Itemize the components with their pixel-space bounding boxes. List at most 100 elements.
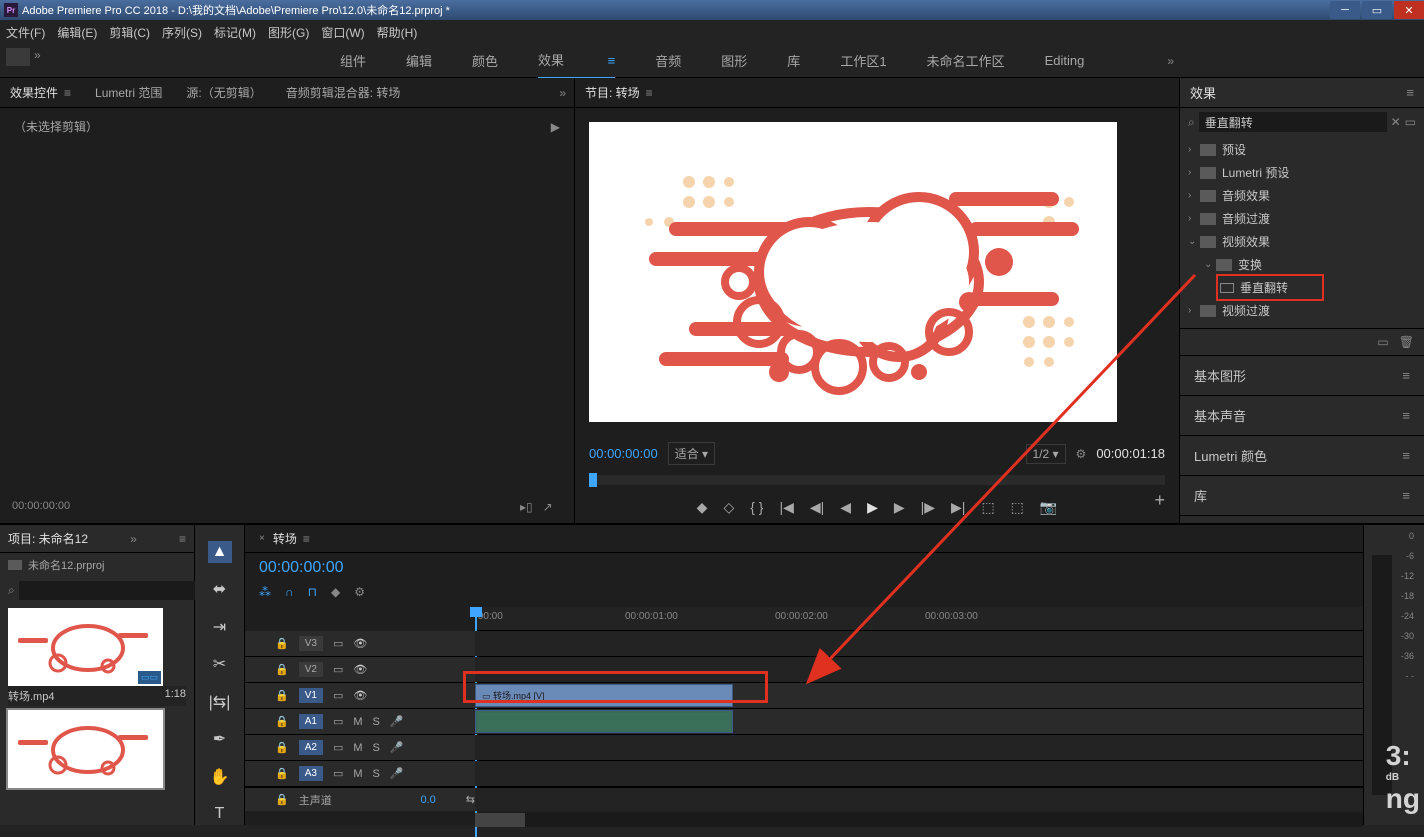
settings-icon[interactable]: ⚙ (1076, 447, 1087, 461)
tree-folder-audio-fx[interactable]: ›音频效果 (1180, 184, 1424, 207)
voice-icon[interactable]: 🎤 (390, 767, 404, 780)
track-content[interactable] (475, 631, 1363, 656)
track-content[interactable] (475, 657, 1363, 682)
panel-essential-graphics[interactable]: 基本图形≡ (1180, 355, 1424, 395)
snap-icon[interactable]: ⁂ (259, 585, 271, 599)
tab-effect-controls[interactable]: 效果控件 (10, 84, 58, 101)
menu-sequence[interactable]: 序列(S) (162, 24, 202, 41)
program-video-frame[interactable] (589, 122, 1117, 422)
tree-folder-presets[interactable]: ›预设 (1180, 138, 1424, 161)
workspace-tab[interactable]: 工作区1 (840, 51, 886, 70)
extract-icon[interactable]: ⬚ (1011, 499, 1024, 516)
menu-help[interactable]: 帮助(H) (377, 24, 418, 41)
track-content[interactable] (475, 709, 1363, 734)
close-sequence-icon[interactable]: × (259, 533, 265, 544)
play-button[interactable]: ▶ (867, 499, 878, 516)
workspace-tab[interactable]: Editing (1045, 53, 1085, 68)
overflow-icon[interactable]: » (130, 532, 137, 546)
workspace-tab[interactable]: 库 (787, 51, 800, 70)
panel-libraries[interactable]: 库≡ (1180, 475, 1424, 515)
pen-tool[interactable]: ✒ (208, 729, 232, 751)
expand-arrow-icon[interactable]: ▶ (551, 120, 560, 134)
eye-icon[interactable]: 👁 (353, 663, 367, 676)
step-fwd-icon[interactable]: |▶ (921, 499, 935, 516)
panel-menu-icon[interactable]: ≡ (179, 532, 186, 546)
workspace-tab[interactable]: 图形 (721, 51, 747, 70)
panel-lumetri-color[interactable]: Lumetri 颜色≡ (1180, 435, 1424, 475)
settings-icon[interactable]: ⚙ (354, 585, 365, 599)
tree-folder-audio-trans[interactable]: ›音频过渡 (1180, 207, 1424, 230)
lock-icon[interactable]: 🔒 (275, 767, 289, 780)
tree-folder-lumetri[interactable]: ›Lumetri 预设 (1180, 161, 1424, 184)
track-content[interactable] (475, 788, 1363, 811)
voice-icon[interactable]: 🎤 (390, 741, 404, 754)
track-content[interactable]: ▭ 转场.mp4 [V] (475, 683, 1363, 708)
eye-icon[interactable]: 👁 (353, 689, 367, 702)
maximize-button[interactable]: ▭ (1362, 1, 1392, 19)
eye-icon[interactable]: 👁 (353, 637, 367, 650)
lock-icon[interactable]: 🔒 (275, 637, 289, 650)
workspace-tab[interactable]: 颜色 (472, 51, 498, 70)
lock-icon[interactable]: 🔒 (275, 793, 289, 806)
tab-lumetri-scopes[interactable]: Lumetri 范围 (95, 84, 162, 101)
track-toggle-icon[interactable]: ▭ (333, 637, 343, 650)
overflow-icon[interactable]: » (559, 86, 566, 100)
program-scrubber[interactable] (589, 475, 1165, 485)
track-label[interactable]: A2 (299, 740, 323, 755)
track-label[interactable]: V2 (299, 662, 323, 677)
workspace-tab[interactable]: 编辑 (406, 51, 432, 70)
workspace-tab[interactable]: 未命名工作区 (927, 51, 1005, 70)
solo-button[interactable]: S (373, 742, 380, 754)
effects-title[interactable]: 效果 (1190, 83, 1216, 102)
marker-icon[interactable]: { } (750, 499, 763, 516)
marker-icon[interactable]: ◆ (331, 585, 340, 599)
slip-tool[interactable]: |⇆| (208, 691, 232, 713)
new-bin-icon[interactable]: ▭ (1405, 115, 1416, 129)
lock-icon[interactable]: 🔒 (275, 715, 289, 728)
lock-icon[interactable]: 🔒 (275, 741, 289, 754)
track-select-tool[interactable]: ⬌ (208, 579, 232, 601)
solo-button[interactable]: S (373, 768, 380, 780)
solo-button[interactable]: S (373, 716, 380, 728)
tab-source[interactable]: 源:（无剪辑） (186, 84, 261, 101)
lift-icon[interactable]: ⬚ (981, 499, 994, 516)
track-toggle-icon[interactable]: ▭ (333, 767, 343, 780)
scrollbar-handle[interactable] (475, 813, 525, 827)
mark-out-icon[interactable]: ◇ (723, 499, 734, 516)
track-label[interactable]: V3 (299, 636, 323, 651)
timeline-ruler[interactable]: :00:00 00:00:01:00 00:00:02:00 00:00:03:… (475, 607, 1363, 631)
minimize-button[interactable]: ─ (1330, 1, 1360, 19)
project-search-input[interactable] (19, 581, 204, 600)
project-item[interactable]: ▭▭ 转场.mp4 1:18 (8, 608, 186, 706)
panel-menu-icon[interactable]: ≡ (646, 86, 653, 100)
track-toggle-icon[interactable]: ▭ (333, 741, 343, 754)
resolution-dropdown[interactable]: 1/2 ▾ (1026, 444, 1066, 464)
panel-menu-icon[interactable]: ≡ (303, 532, 310, 546)
go-to-in-icon[interactable]: |◀ (779, 499, 793, 516)
track-toggle-icon[interactable]: ▭ (333, 689, 343, 702)
video-clip[interactable]: ▭ 转场.mp4 [V] (475, 684, 733, 707)
menu-file[interactable]: 文件(F) (6, 24, 45, 41)
mute-button[interactable]: M (353, 742, 362, 754)
tree-folder-transform[interactable]: ⌄变换 (1180, 253, 1424, 276)
workspace-overflow[interactable]: » (1167, 54, 1174, 68)
project-item-sequence[interactable] (8, 710, 186, 788)
expand-icon[interactable]: ⇆ (466, 793, 475, 806)
source-btn-1[interactable]: ▸▯ (520, 500, 533, 514)
track-content[interactable] (475, 761, 1363, 786)
track-label[interactable]: A3 (299, 766, 323, 781)
program-tab[interactable]: 节目: 转场 (585, 84, 640, 101)
timeline-timecode[interactable]: 00:00:00:00 (245, 553, 1363, 583)
clear-search-icon[interactable]: ✕ (1391, 115, 1401, 129)
tree-effect-vertical-flip[interactable]: 垂直翻转 (1180, 276, 1424, 299)
type-tool[interactable]: T (208, 804, 232, 826)
timeline-zoom-scrollbar[interactable] (475, 813, 1363, 827)
track-content[interactable] (475, 735, 1363, 760)
mute-button[interactable]: M (353, 768, 362, 780)
menu-window[interactable]: 窗口(W) (321, 24, 364, 41)
ripple-edit-tool[interactable]: ⇥ (208, 616, 232, 638)
master-value[interactable]: 0.0 (420, 794, 435, 806)
track-toggle-icon[interactable]: ▭ (333, 663, 343, 676)
tree-folder-video-fx[interactable]: ⌄视频效果 (1180, 230, 1424, 253)
step-back-frame-icon[interactable]: ◀ (840, 499, 851, 516)
